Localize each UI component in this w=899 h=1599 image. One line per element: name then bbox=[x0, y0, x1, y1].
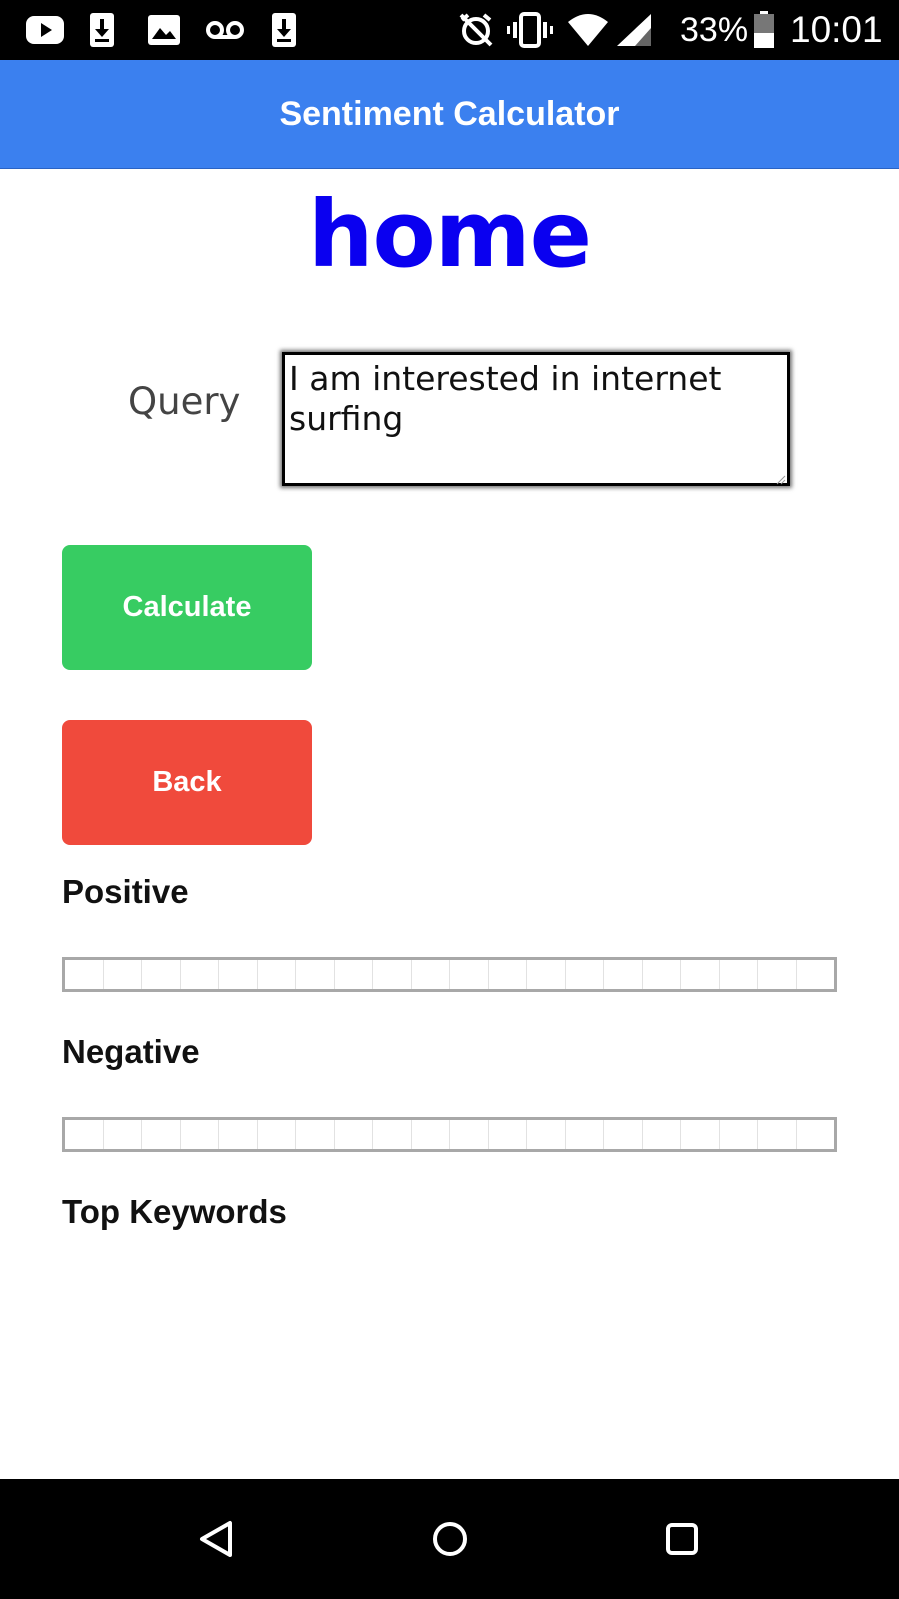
battery-percent: 33% bbox=[680, 11, 749, 49]
negative-label: Negative bbox=[62, 1033, 200, 1070]
youtube-icon bbox=[24, 10, 66, 50]
wifi-icon bbox=[566, 10, 610, 50]
app-title: Sentiment Calculator bbox=[279, 94, 620, 133]
clock: 10:01 bbox=[790, 9, 883, 50]
top-keywords-label: Top Keywords bbox=[62, 1193, 287, 1230]
page-heading: home bbox=[308, 181, 592, 288]
battery-icon bbox=[752, 10, 776, 50]
signal-icon bbox=[614, 10, 654, 50]
query-label: Query bbox=[128, 380, 241, 423]
back-button[interactable]: Back bbox=[62, 720, 312, 845]
download-icon bbox=[88, 10, 116, 50]
back-icon[interactable] bbox=[186, 1509, 246, 1569]
download-icon bbox=[270, 10, 298, 50]
navigation-bar bbox=[0, 1479, 899, 1599]
recents-icon[interactable] bbox=[652, 1509, 712, 1569]
query-textarea[interactable] bbox=[282, 352, 790, 486]
positive-progress-bar bbox=[62, 957, 837, 992]
status-bar: 33% 10:01 bbox=[0, 0, 899, 60]
app-screen: 33% 10:01 Sentiment Calculator home Quer… bbox=[0, 0, 899, 1599]
image-icon bbox=[146, 10, 182, 50]
alarm-off-icon bbox=[456, 10, 496, 50]
voicemail-icon bbox=[204, 10, 246, 50]
app-bar: Sentiment Calculator bbox=[0, 60, 899, 169]
resize-handle-icon[interactable] bbox=[776, 472, 786, 485]
home-icon[interactable] bbox=[420, 1509, 480, 1569]
vibrate-icon bbox=[506, 10, 554, 50]
negative-progress-bar bbox=[62, 1117, 837, 1152]
positive-label: Positive bbox=[62, 873, 189, 910]
calculate-button[interactable]: Calculate bbox=[62, 545, 312, 670]
